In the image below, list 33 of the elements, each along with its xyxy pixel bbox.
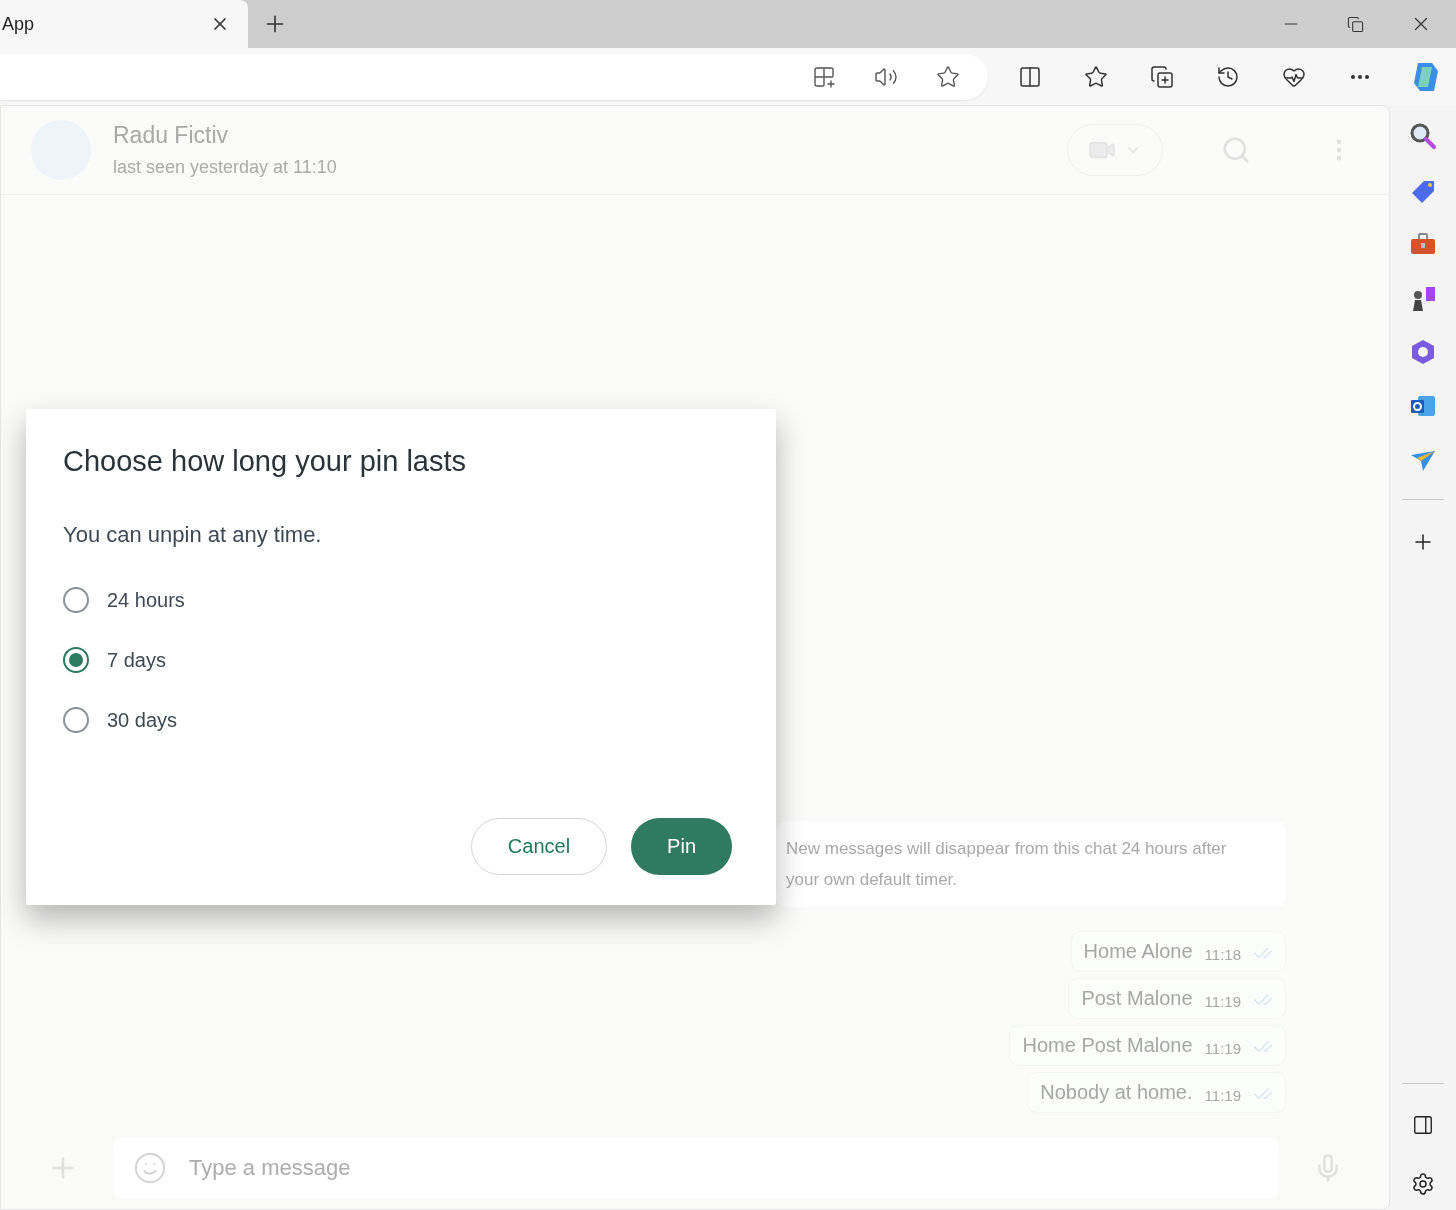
option-label: 7 days <box>107 648 166 672</box>
favorites-icon[interactable] <box>1084 64 1108 89</box>
option-label: 24 hours <box>107 588 185 612</box>
message-time: 11:19 <box>1204 993 1241 1010</box>
message-text: Home Alone <box>1083 940 1193 963</box>
message-text: Home Post Malone <box>1022 1034 1193 1057</box>
tab-title: App <box>2 13 35 35</box>
message-time: 11:19 <box>1204 1087 1241 1104</box>
radio-button[interactable] <box>63 587 89 613</box>
browser-tab[interactable]: App <box>0 0 248 48</box>
contact-name: Radu Fictiv <box>113 122 230 149</box>
disappearing-messages-notice: New messages will disappear from this chat 24 hours after your own default timer. <box>776 821 1286 907</box>
message-time: 11:18 <box>1204 946 1241 963</box>
cancel-button[interactable]: Cancel <box>470 818 608 875</box>
last-seen-status: last seen yesterday at 11:10 <box>113 157 338 178</box>
star-icon[interactable] <box>936 64 960 89</box>
split-screen-icon[interactable] <box>1018 64 1042 89</box>
search-icon[interactable] <box>1408 121 1438 151</box>
dialog-title: Choose how long your pin lasts <box>63 445 467 478</box>
settings-icon[interactable] <box>1411 1172 1435 1196</box>
app-add-icon[interactable] <box>812 64 836 89</box>
dialog-subtitle: You can unpin at any time. <box>63 522 323 548</box>
radio-button[interactable] <box>63 647 89 673</box>
message-time: 11:19 <box>1204 1040 1241 1057</box>
radio-button[interactable] <box>63 707 89 733</box>
pin-button[interactable]: Pin <box>631 818 732 875</box>
restore-button[interactable] <box>1347 15 1364 33</box>
collections-icon[interactable] <box>1150 64 1174 89</box>
sidebar-panel-icon[interactable] <box>1412 1114 1434 1136</box>
message-text: Nobody at home. <box>1040 1081 1193 1104</box>
message-text: Post Malone <box>1081 987 1193 1010</box>
option-label: 30 days <box>107 708 178 732</box>
history-icon[interactable] <box>1216 64 1240 89</box>
